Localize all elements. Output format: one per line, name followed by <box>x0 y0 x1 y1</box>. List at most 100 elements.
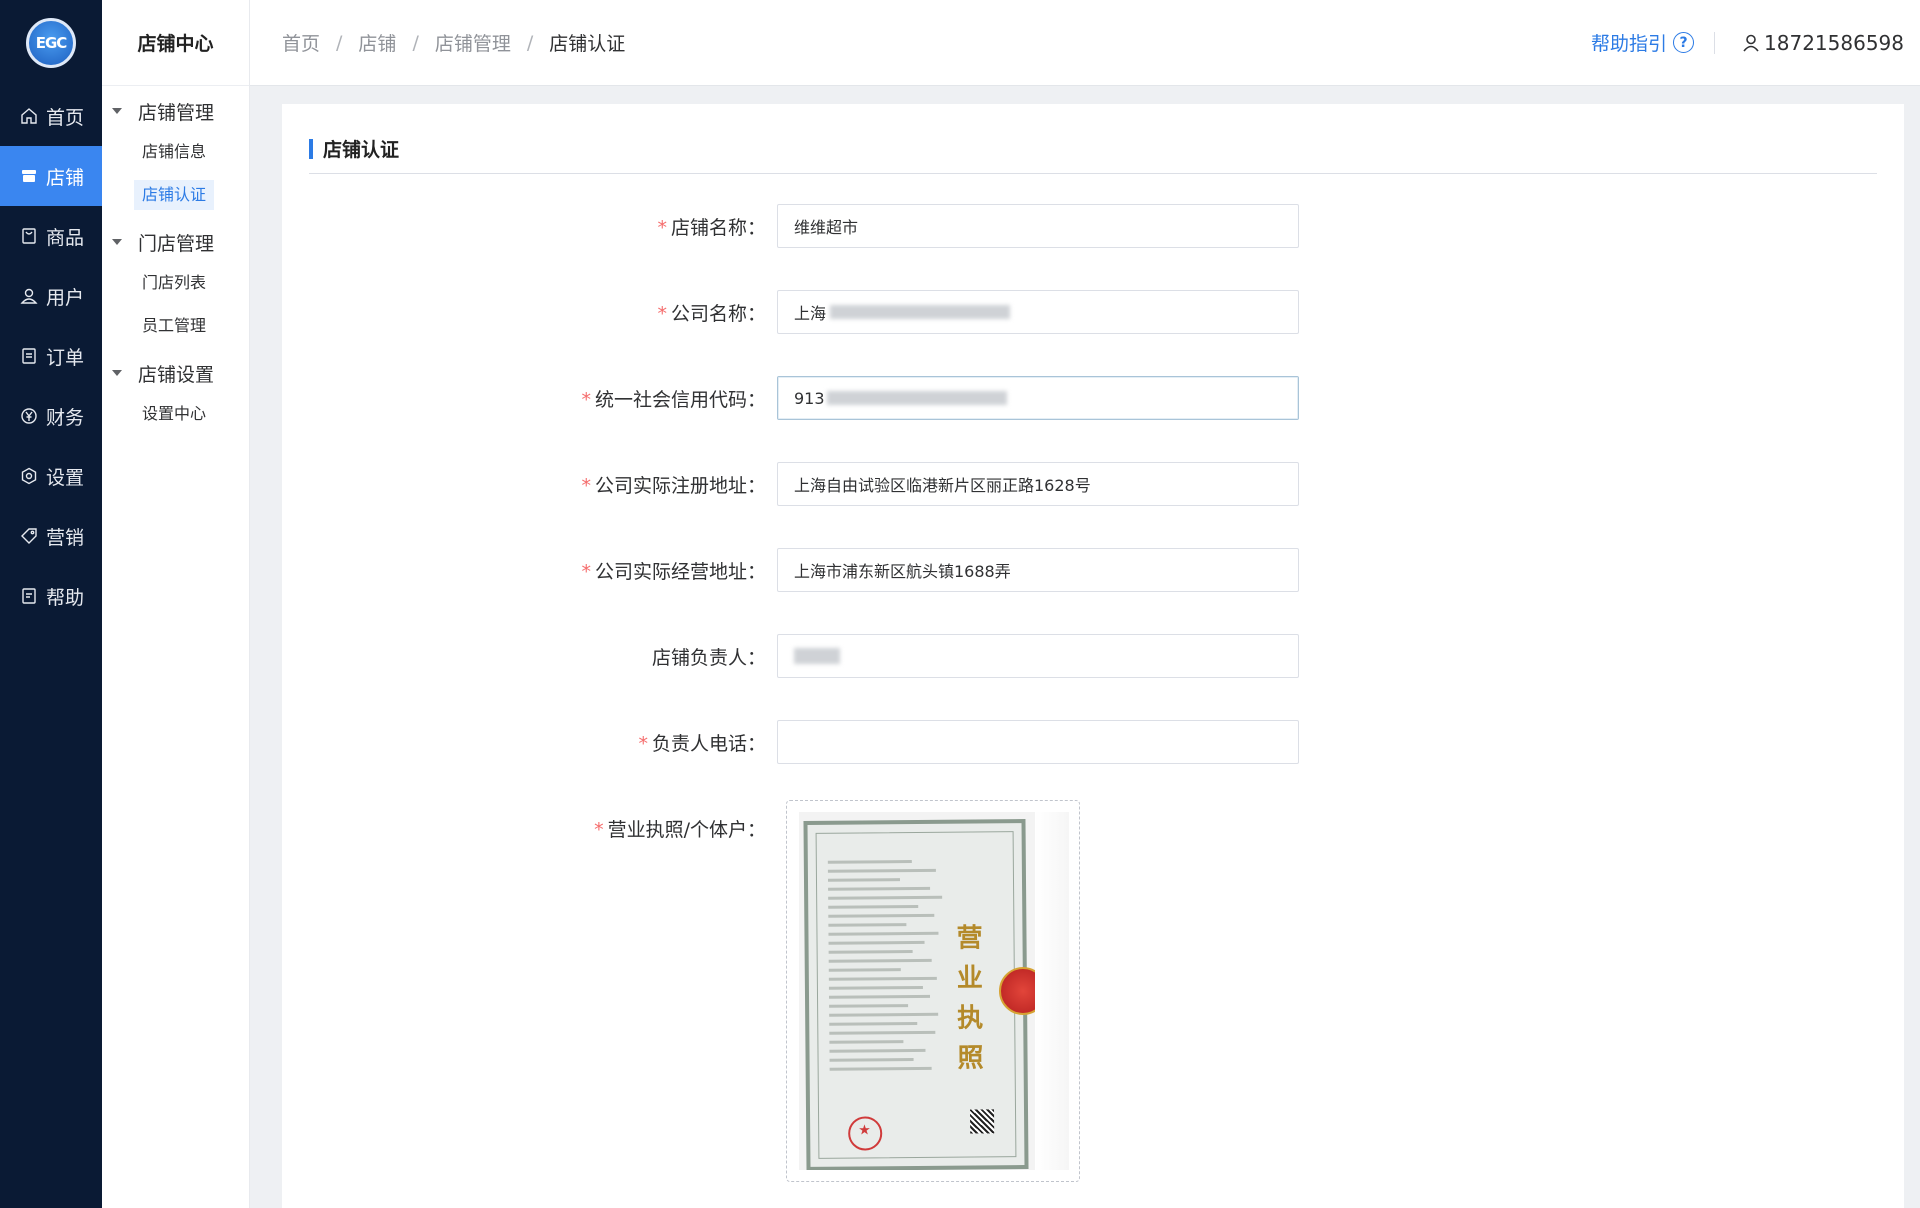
nav-item-settings[interactable]: 设置 <box>0 446 102 506</box>
nav-item-store[interactable]: 店铺 <box>0 146 102 206</box>
order-icon <box>22 348 36 364</box>
home-icon <box>21 108 37 124</box>
user-icon <box>20 288 38 304</box>
card-title: 店铺认证 <box>309 124 1877 174</box>
breadcrumb: 首页 / 店铺 / 店铺管理 / 店铺认证 <box>250 29 625 56</box>
submenu-group-outlet-management[interactable]: 门店管理 <box>102 222 249 262</box>
field-label-text: 店铺负责人 <box>651 646 747 669</box>
breadcrumb-current: 店铺认证 <box>549 33 626 55</box>
field-label: 店铺负责人： <box>651 646 766 669</box>
form-row-manager-phone: * 负责人电话： <box>282 720 1299 764</box>
nav-item-label: 用户 <box>46 286 85 309</box>
help-guide-link[interactable]: 帮助指引 ? <box>1591 29 1695 56</box>
submenu-item-staff-management[interactable]: 员工管理 <box>134 311 214 341</box>
field-label: * 统一社会信用代码： <box>581 388 766 411</box>
form-row-store-manager: 店铺负责人： <box>282 634 1299 678</box>
submenu-item-store-certification[interactable]: 店铺认证 <box>134 180 215 210</box>
submenu-item-settings-center[interactable]: 设置中心 <box>134 399 214 429</box>
business-license-image[interactable]: 营业执照 <box>799 812 1069 1170</box>
field-label-text: 公司名称 <box>670 302 747 325</box>
required-mark: * <box>594 818 604 841</box>
main-nav: EGC 首页 店铺 商品 用户 订单 财务 设置 营销 帮助 <box>0 0 102 1208</box>
field-label-text: 营业执照/个体户 <box>607 818 747 841</box>
field-label-text: 负责人电话 <box>651 732 747 755</box>
breadcrumb-separator: / <box>526 31 534 54</box>
top-header: 首页 / 店铺 / 店铺管理 / 店铺认证 帮助指引 ? 18721586598 <box>250 0 1920 86</box>
card-title-text: 店铺认证 <box>323 139 400 161</box>
form-row-business-license: * 营业执照/个体户： <box>282 806 777 850</box>
required-mark: * <box>581 560 591 583</box>
form-row-credit-code: * 统一社会信用代码： 913 <box>282 376 1299 420</box>
breadcrumb-store-management[interactable]: 店铺管理 <box>435 29 511 56</box>
submenu-group-store-management[interactable]: 店铺管理 <box>102 91 249 131</box>
store-manager-input[interactable] <box>777 634 1299 678</box>
form-row-registered-address: * 公司实际注册地址： <box>282 462 1299 506</box>
title-accent-bar <box>309 138 313 159</box>
required-mark: * <box>657 302 667 325</box>
credit-code-input[interactable]: 913 <box>777 376 1299 420</box>
certification-card: 店铺认证 *店铺名称： *公司名称： 上海 *统一社会信用代码： 913 *公司… <box>282 104 1904 1208</box>
photo-background <box>1035 812 1069 1170</box>
field-label: * 负责人电话： <box>638 732 766 755</box>
nav-item-help[interactable]: 帮助 <box>0 566 102 626</box>
business-license-upload[interactable]: 营业执照 <box>786 800 1080 1182</box>
required-mark: * <box>581 474 591 497</box>
company-name-value: 上海 <box>794 304 827 323</box>
redacted-text <box>826 391 1007 405</box>
redacted-text <box>794 648 840 664</box>
tag-icon <box>21 528 37 544</box>
field-label-text: 公司实际注册地址 <box>594 474 747 497</box>
field-label-text: 店铺名称 <box>670 216 747 239</box>
required-mark: * <box>638 732 648 755</box>
sub-menu: 店铺中心 店铺管理 店铺信息 店铺认证 门店管理 门店列表 员工管理 店铺设置 … <box>102 0 250 1208</box>
nav-item-label: 营销 <box>46 526 85 549</box>
required-mark: * <box>657 216 667 239</box>
form-row-business-address: * 公司实际经营地址： <box>282 548 1299 592</box>
header-right: 帮助指引 ? 18721586598 <box>1591 29 1920 56</box>
nav-item-users[interactable]: 用户 <box>0 266 102 326</box>
question-circle-icon: ? <box>1673 32 1695 53</box>
store-icon <box>22 170 36 182</box>
field-label: * 店铺名称： <box>657 216 766 239</box>
nav-item-orders[interactable]: 订单 <box>0 326 102 386</box>
submenu-title: 店铺中心 <box>102 0 249 86</box>
credit-code-value: 913 <box>794 388 825 408</box>
qr-code-icon <box>970 1109 995 1134</box>
logo[interactable]: EGC <box>26 18 76 68</box>
submenu-group-label: 店铺管理 <box>138 101 215 124</box>
field-label: * 公司实际注册地址： <box>581 474 766 497</box>
nav-item-home[interactable]: 首页 <box>0 86 102 146</box>
submenu-group-label: 门店管理 <box>138 232 215 255</box>
business-address-input[interactable] <box>777 548 1299 592</box>
license-frame: 营业执照 <box>803 819 1029 1170</box>
breadcrumb-store[interactable]: 店铺 <box>358 29 396 56</box>
required-mark: * <box>581 388 591 411</box>
redacted-text <box>830 305 1011 319</box>
field-label: * 营业执照/个体户： <box>594 818 766 841</box>
registered-address-input[interactable] <box>777 462 1299 506</box>
nav-item-label: 订单 <box>46 346 85 369</box>
yuan-icon <box>21 408 37 424</box>
nav-item-label: 设置 <box>46 466 85 489</box>
nav-item-goods[interactable]: 商品 <box>0 206 102 266</box>
breadcrumb-separator: / <box>412 31 419 54</box>
submenu-item-outlet-list[interactable]: 门店列表 <box>134 268 214 298</box>
nav-item-label: 商品 <box>46 226 85 249</box>
form-row-store-name: * 店铺名称： <box>282 204 1299 248</box>
bag-icon <box>22 228 36 244</box>
submenu-group-store-settings[interactable]: 店铺设置 <box>102 353 249 393</box>
store-name-input[interactable] <box>777 204 1299 248</box>
field-label: * 公司名称： <box>657 302 766 325</box>
caret-down-icon <box>112 239 122 245</box>
nav-item-label: 店铺 <box>46 166 85 189</box>
doc-icon <box>22 588 36 604</box>
breadcrumb-home[interactable]: 首页 <box>282 29 320 56</box>
manager-phone-input[interactable] <box>777 720 1299 764</box>
submenu-item-store-info[interactable]: 店铺信息 <box>134 137 214 167</box>
caret-down-icon <box>112 108 122 114</box>
user-account[interactable]: 18721586598 <box>1741 31 1904 55</box>
nav-item-label: 帮助 <box>46 586 85 609</box>
company-name-input[interactable]: 上海 <box>777 290 1299 334</box>
nav-item-marketing[interactable]: 营销 <box>0 506 102 566</box>
nav-item-finance[interactable]: 财务 <box>0 386 102 446</box>
